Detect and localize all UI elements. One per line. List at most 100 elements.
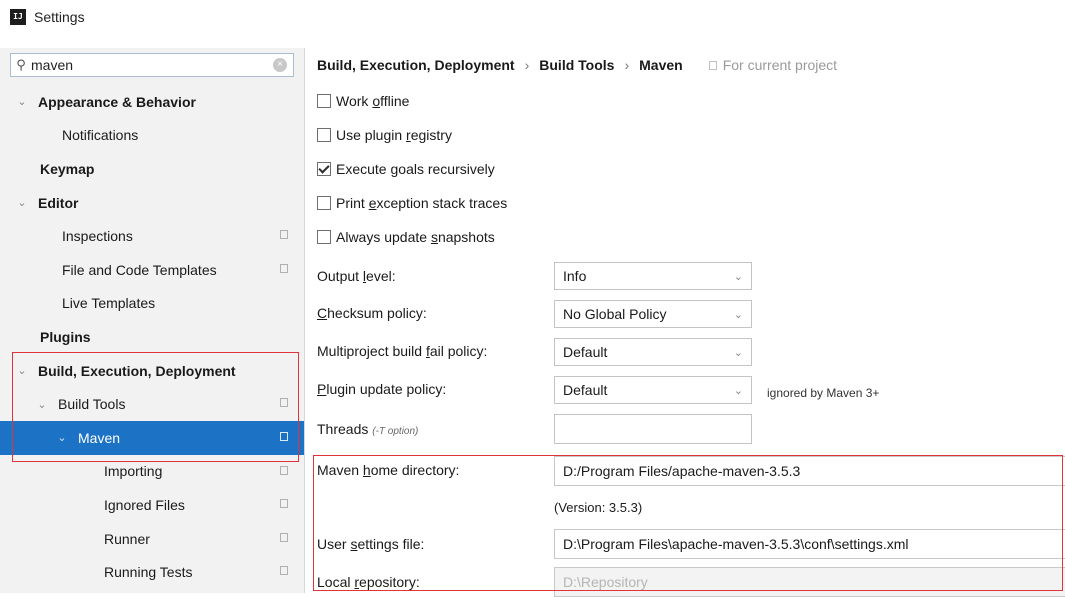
breadcrumb-part: Build Tools	[539, 57, 615, 73]
option-label: Print exception stack traces	[336, 195, 508, 211]
project-scope-icon	[280, 465, 288, 475]
work-offline-checkbox[interactable]	[317, 94, 331, 108]
intellij-icon: IJ	[10, 9, 26, 25]
expand-arrow-icon[interactable]: ⌄	[14, 196, 30, 209]
tree-item-ignored-files[interactable]: Ignored Files	[0, 488, 304, 522]
user-settings-field[interactable]: D:\Program Files\apache-maven-3.5.3\conf…	[554, 529, 1065, 559]
tree-item-keymap[interactable]: Keymap	[0, 152, 304, 186]
settings-sidebar: ⚲ × ⌄ Appearance & Behavior Notification…	[0, 48, 305, 593]
threads-input[interactable]	[554, 414, 752, 444]
tree-item-editor[interactable]: ⌄ Editor	[0, 186, 304, 220]
search-input[interactable]	[31, 57, 273, 73]
tree-item-plugins[interactable]: Plugins	[0, 320, 304, 354]
user-settings-label: User settings file:	[317, 536, 425, 552]
tree-item-label: Build Tools	[58, 396, 126, 413]
option-label: Always update snapshots	[336, 229, 495, 245]
local-repository-value: D:\Repository	[563, 574, 648, 590]
chevron-down-icon: ⌄	[733, 308, 743, 321]
work-offline-option[interactable]: Work offline	[317, 90, 409, 112]
clear-search-icon[interactable]: ×	[273, 58, 287, 72]
project-scope-icon	[280, 566, 288, 576]
tree-item-label: Plugins	[40, 328, 91, 345]
chevron-down-icon: ⌄	[733, 346, 743, 359]
expand-arrow-icon[interactable]: ⌄	[34, 398, 50, 411]
chevron-down-icon: ⌄	[733, 384, 743, 397]
tree-item-running-tests[interactable]: Running Tests	[0, 555, 304, 589]
output-level-label: Output level:	[317, 268, 396, 284]
multiproject-fail-policy-label: Multiproject build fail policy:	[317, 343, 488, 359]
select-value: Default	[563, 382, 608, 398]
update-snapshots-checkbox[interactable]	[317, 230, 331, 244]
print-stack-traces-checkbox[interactable]	[317, 196, 331, 210]
tree-item-file-code-templates[interactable]: File and Code Templates	[0, 253, 304, 287]
print-stack-traces-option[interactable]: Print exception stack traces	[317, 192, 507, 214]
maven-settings-panel: Build, Execution, Deployment › Build Too…	[305, 48, 1065, 597]
maven-home-field[interactable]: D:/Program Files/apache-maven-3.5.3	[554, 456, 1065, 486]
breadcrumb-part: Maven	[639, 57, 683, 73]
expand-arrow-icon[interactable]: ⌄	[14, 95, 30, 108]
breadcrumb: Build, Execution, Deployment › Build Too…	[317, 57, 837, 73]
tree-item-appearance-behavior[interactable]: ⌄ Appearance & Behavior	[0, 85, 304, 119]
project-scope-icon	[280, 431, 288, 441]
expand-arrow-icon[interactable]: ⌄	[54, 431, 70, 444]
checksum-policy-label: Checksum policy:	[317, 305, 427, 321]
tree-item-label: Build, Execution, Deployment	[38, 362, 236, 379]
checksum-policy-select[interactable]: No Global Policy ⌄	[554, 300, 752, 328]
plugin-update-policy-label: Plugin update policy:	[317, 381, 447, 397]
tree-item-notifications[interactable]: Notifications	[0, 119, 304, 153]
project-scope-icon	[280, 398, 288, 408]
tree-item-label: Live Templates	[62, 295, 156, 312]
threads-label: Threads (-T option)	[317, 421, 419, 437]
tree-item-live-templates[interactable]: Live Templates	[0, 287, 304, 321]
plugin-update-policy-select[interactable]: Default ⌄	[554, 376, 752, 404]
project-scope-icon	[280, 532, 288, 542]
settings-tree: ⌄ Appearance & Behavior Notifications Ke…	[0, 85, 304, 589]
tree-item-maven[interactable]: ⌄ Maven	[0, 420, 304, 455]
scope-text: For current project	[722, 57, 838, 73]
tree-item-label: Notifications	[62, 127, 139, 144]
multiproject-fail-policy-select[interactable]: Default ⌄	[554, 338, 752, 366]
local-repository-label: Local repository:	[317, 574, 420, 590]
tree-item-importing[interactable]: Importing	[0, 455, 304, 489]
settings-search[interactable]: ⚲ ×	[10, 53, 294, 77]
scope-label: For current project	[708, 57, 838, 73]
option-label: Work offline	[336, 93, 410, 109]
user-settings-value: D:\Program Files\apache-maven-3.5.3\conf…	[563, 536, 909, 552]
maven-home-value: D:/Program Files/apache-maven-3.5.3	[563, 463, 801, 479]
tree-item-build-tools[interactable]: ⌄ Build Tools	[0, 387, 304, 421]
select-value: No Global Policy	[563, 306, 667, 322]
breadcrumb-part: Build, Execution, Deployment	[317, 57, 515, 73]
execute-goals-recursively-option[interactable]: Execute goals recursively	[317, 158, 495, 180]
expand-arrow-icon[interactable]: ⌄	[14, 364, 30, 377]
window-titlebar: IJ Settings	[0, 0, 1065, 34]
tree-item-label: Importing	[104, 463, 163, 480]
tree-item-build-execution-deployment[interactable]: ⌄ Build, Execution, Deployment	[0, 354, 304, 388]
tree-item-label: Running Tests	[104, 564, 193, 581]
tree-item-label: Appearance & Behavior	[38, 93, 196, 110]
chevron-down-icon: ⌄	[733, 270, 743, 283]
project-scope-icon	[280, 499, 288, 509]
execute-goals-recursively-checkbox[interactable]	[317, 162, 331, 176]
tree-item-runner[interactable]: Runner	[0, 522, 304, 556]
threads-hint: (-T option)	[372, 426, 419, 437]
plugin-registry-option[interactable]: Use plugin registry	[317, 124, 452, 146]
option-label: Use plugin registry	[336, 127, 452, 143]
update-snapshots-option[interactable]: Always update snapshots	[317, 226, 495, 248]
plugin-registry-checkbox[interactable]	[317, 128, 331, 142]
tree-item-label: Runner	[104, 530, 150, 547]
search-icon[interactable]: ⚲	[11, 57, 31, 73]
tree-item-label: Inspections	[62, 228, 133, 245]
select-value: Info	[563, 268, 587, 284]
project-scope-icon	[280, 230, 288, 240]
window-title: Settings	[34, 9, 85, 25]
option-label: Execute goals recursively	[336, 161, 495, 177]
maven-version: (Version: 3.5.3)	[554, 500, 643, 515]
tree-item-label: File and Code Templates	[62, 261, 217, 278]
select-value: Default	[563, 344, 608, 360]
plugin-update-hint: ignored by Maven 3+	[767, 386, 880, 400]
project-scope-icon	[280, 263, 288, 273]
tree-item-inspections[interactable]: Inspections	[0, 219, 304, 253]
tree-item-label: Maven	[78, 429, 121, 446]
breadcrumb-separator: ›	[624, 57, 630, 73]
output-level-select[interactable]: Info ⌄	[554, 262, 752, 290]
